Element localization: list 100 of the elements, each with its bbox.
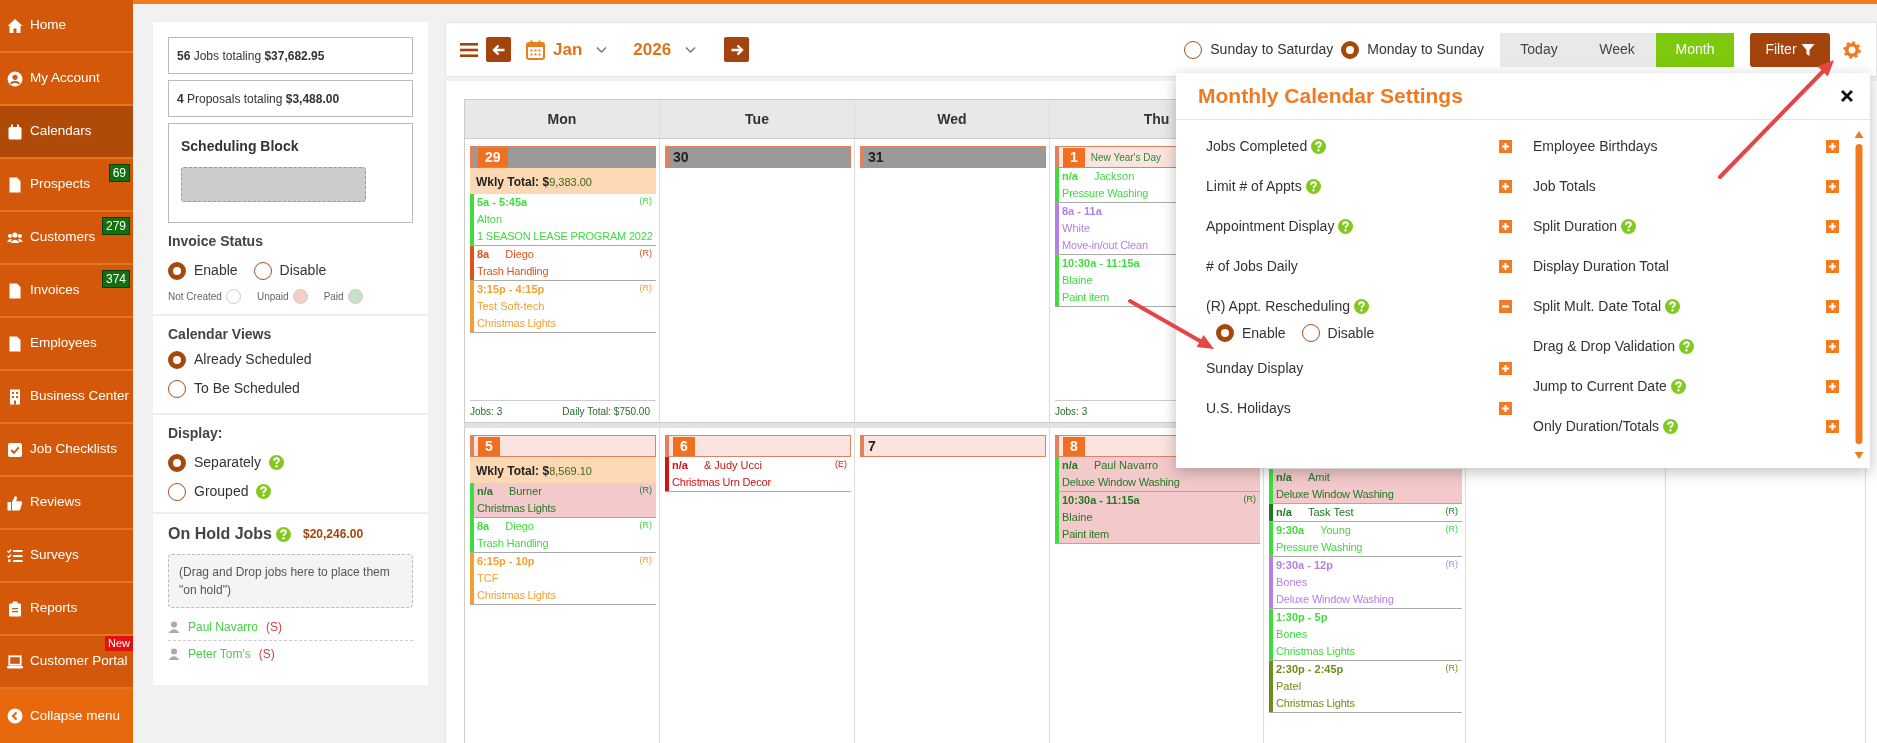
job-entry[interactable]: n/a Burner (R) Christmas Lights xyxy=(470,483,656,518)
job-entry[interactable]: 10:30a - 11:15a (R) Blaine Paint item xyxy=(1055,492,1260,544)
radio-button[interactable] xyxy=(168,261,186,280)
service-name: Move-in/out Clean xyxy=(1062,238,1148,253)
recurrence-label: (R) xyxy=(639,554,652,566)
job-entry[interactable]: 3:15p - 4:15p (R) Test Soft-tech Christmas Lights xyxy=(470,281,656,333)
holiday-label: New Year's Day xyxy=(1090,150,1162,165)
job-entry[interactable]: 9:30a - 12p (R) Bones Deluxe Window Washing xyxy=(1269,557,1462,609)
radio-label[interactable]: Disable xyxy=(279,260,327,281)
service-name: Trash Handling xyxy=(477,536,549,551)
close-icon[interactable] xyxy=(1840,89,1854,103)
settings-icon[interactable] xyxy=(1842,39,1862,60)
setting-label: Jump to Current Date xyxy=(1533,376,1667,396)
nav-item[interactable]: Reviews xyxy=(0,477,133,530)
job-entry[interactable]: n/a & Judy Ucci (E) Christmas Urn Decor xyxy=(665,457,851,492)
radio-button[interactable] xyxy=(168,379,186,398)
plus-icon[interactable] xyxy=(1499,219,1512,233)
radio-label[interactable]: Separately xyxy=(194,452,261,473)
service-name: Christmas Lights xyxy=(477,501,556,516)
setting-label: Display Duration Total xyxy=(1533,256,1669,276)
plus-icon[interactable] xyxy=(1499,401,1512,415)
customer-link[interactable]: Paul Navarro xyxy=(188,618,259,636)
plus-icon[interactable] xyxy=(1826,379,1839,393)
nav-item[interactable]: Calendars xyxy=(0,106,133,159)
nav-item[interactable]: Home xyxy=(0,0,133,53)
recurrence-label: (R) xyxy=(639,484,652,496)
plus-icon[interactable] xyxy=(1826,419,1839,433)
view-tab[interactable]: Month xyxy=(1656,32,1734,67)
status-label: (S) xyxy=(258,646,275,663)
radio-label[interactable]: Enable xyxy=(194,260,238,281)
job-entry[interactable]: 6:15p - 10p (R) TCF Christmas Lights xyxy=(470,553,656,605)
plus-icon[interactable] xyxy=(1826,339,1839,353)
weekday-label: Tue xyxy=(745,109,769,129)
radio-label[interactable]: Monday to Sunday xyxy=(1367,39,1484,60)
plus-icon[interactable] xyxy=(1499,259,1512,273)
job-entry[interactable]: 2:30p - 2:45p (R) Patel Christmas Lights xyxy=(1269,661,1462,713)
next-button[interactable] xyxy=(724,37,750,62)
plus-icon[interactable] xyxy=(1826,259,1839,273)
plus-icon[interactable] xyxy=(1499,179,1512,193)
view-tab[interactable]: Week xyxy=(1578,32,1656,67)
radio-button[interactable] xyxy=(1301,324,1320,342)
drop-zone[interactable] xyxy=(181,167,366,202)
radio-label[interactable]: To Be Scheduled xyxy=(194,378,300,399)
radio-label[interactable]: Already Scheduled xyxy=(194,349,312,370)
section-title: Display: xyxy=(168,424,224,443)
menu-icon[interactable] xyxy=(460,41,478,58)
job-time: 10:30a - 11:15a xyxy=(1062,256,1140,271)
nav-item[interactable]: 279 Customers xyxy=(0,212,133,265)
section-title: On Hold Jobs xyxy=(168,524,272,544)
collapse-menu-link[interactable]: Collapse menu xyxy=(0,689,133,743)
service-name: Pressure Washing xyxy=(1062,186,1149,201)
funnel-icon xyxy=(1800,42,1815,57)
drop-zone[interactable]: (Drag and Drop jobs here to place them "on hold") xyxy=(168,554,413,608)
job-time: 8a - 11a xyxy=(1062,204,1102,219)
nav-item[interactable]: Business Center xyxy=(0,371,133,424)
job-time: 2:30p - 2:45p xyxy=(1276,662,1344,677)
job-time: n/a xyxy=(1276,470,1292,485)
radio-button[interactable] xyxy=(168,482,186,501)
legend-label: Not Created xyxy=(168,290,222,304)
nav-item[interactable]: Surveys xyxy=(0,530,133,583)
radio-button[interactable] xyxy=(168,350,186,369)
month-dropdown[interactable]: Jan xyxy=(553,36,608,63)
radio-label[interactable]: Sunday to Saturday xyxy=(1210,39,1334,60)
year-dropdown[interactable]: 2026 xyxy=(633,36,697,63)
arrow-right-icon xyxy=(729,42,744,57)
previous-button[interactable] xyxy=(486,37,511,62)
plus-icon[interactable] xyxy=(1826,139,1839,153)
document-icon xyxy=(7,176,23,193)
radio-button[interactable] xyxy=(1341,40,1360,59)
count-badge: 69 xyxy=(108,164,130,182)
summary-box: 4 Proposals totaling $3,488.00 xyxy=(168,80,413,117)
plus-icon[interactable] xyxy=(1826,299,1839,313)
filter-button[interactable]: Filter xyxy=(1750,32,1830,67)
nav-item[interactable]: 374 Invoices xyxy=(0,265,133,318)
customer-name: TCF xyxy=(477,571,499,586)
scrollbar[interactable] xyxy=(1854,130,1864,460)
minus-icon[interactable] xyxy=(1499,299,1512,313)
customer-link[interactable]: Peter Tom's xyxy=(188,645,251,663)
jobs-count: Jobs: 3 xyxy=(470,405,503,419)
plus-icon[interactable] xyxy=(1826,219,1839,233)
radio-button[interactable] xyxy=(1216,324,1234,342)
nav-item[interactable]: 69 Prospects xyxy=(0,159,133,212)
radio-label[interactable]: Enable xyxy=(1242,322,1286,344)
job-entry[interactable]: n/a Amit Deluxe Window Washing xyxy=(1269,469,1462,504)
job-entry[interactable]: 8a Diego (R) Trash Handling xyxy=(470,246,656,281)
plus-icon[interactable] xyxy=(1826,179,1839,193)
customer-name: Blaine xyxy=(1062,273,1093,288)
plus-icon[interactable] xyxy=(1499,139,1512,153)
radio-label[interactable]: Grouped xyxy=(194,481,249,502)
nav-item[interactable]: Employees xyxy=(0,318,133,371)
radio-label[interactable]: Disable xyxy=(1327,322,1375,344)
plus-icon[interactable] xyxy=(1499,361,1512,375)
job-entry[interactable]: n/a Task Test (R) xyxy=(1269,504,1462,522)
view-tab[interactable]: Today xyxy=(1500,32,1578,67)
section-title: Calendar Views xyxy=(168,325,273,344)
legend-label: Paid xyxy=(323,290,344,304)
nav-item[interactable]: Job Checklists xyxy=(0,424,133,477)
radio-button[interactable] xyxy=(253,261,272,280)
radio-button[interactable] xyxy=(1184,40,1203,59)
radio-button[interactable] xyxy=(168,453,186,472)
